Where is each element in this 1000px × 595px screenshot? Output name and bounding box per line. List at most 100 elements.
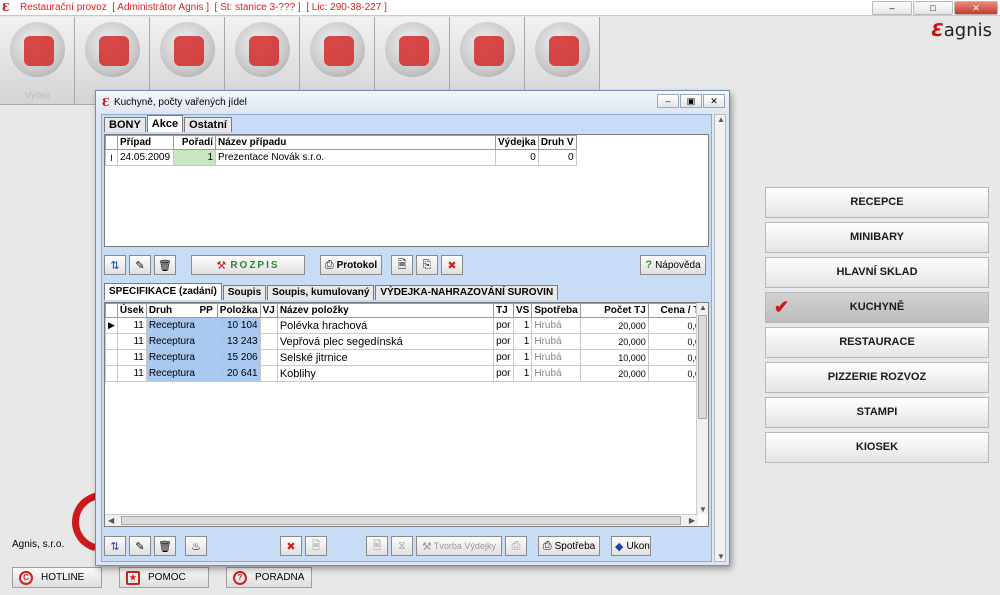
table-row[interactable]: 11Receptura20 641Koblihypor1Hrubá20,0000… xyxy=(105,365,708,382)
cell-poradi[interactable]: 1 xyxy=(173,149,216,166)
cell-tj[interactable]: por xyxy=(493,333,515,350)
col-tj[interactable]: TJ xyxy=(493,303,515,318)
tab-ostatni[interactable]: Ostatní xyxy=(184,117,232,132)
col-nazev-pripadu[interactable]: Název případu xyxy=(215,135,496,150)
col-druh-v[interactable]: Druh V xyxy=(537,135,577,150)
sort-items-icon[interactable]: ⇅ xyxy=(104,536,126,556)
cell-pripad[interactable]: 24.05.2009 xyxy=(117,149,174,166)
module-button-3[interactable]: ✔ KUCHYNĚ xyxy=(765,292,989,323)
module-button-0[interactable]: RECEPCE xyxy=(765,187,989,218)
module-button-4[interactable]: RESTAURACE xyxy=(765,327,989,358)
tab-akce[interactable]: Akce xyxy=(146,115,184,132)
cell-druh[interactable]: Receptura xyxy=(145,317,198,334)
cell-polozka[interactable]: 13 243 xyxy=(216,333,261,350)
cell-polozka[interactable]: 15 206 xyxy=(216,349,261,366)
tab-vydejka[interactable]: VÝDEJKA-NAHRAZOVÁNÍ SUROVIN xyxy=(375,285,559,300)
table-row[interactable]: ▶ 11 Receptura 10 104 Polévka hrachová por 1 Hr… xyxy=(105,317,708,334)
cell-spotreba[interactable]: Hrubá xyxy=(531,365,581,382)
delete-doc-icon[interactable]: ✖ xyxy=(441,255,463,275)
cell-usek[interactable]: 11 xyxy=(116,317,147,334)
cell-tj[interactable]: por xyxy=(493,365,515,382)
spotreba-button[interactable]: ⎙ Spotřeba xyxy=(538,536,600,556)
cell-pp[interactable] xyxy=(196,333,218,350)
ukoncit-button[interactable]: ◆ Ukon xyxy=(611,536,651,556)
rozpis-button[interactable]: ⚒ ROZPIS xyxy=(191,255,305,275)
items-grid[interactable]: Úsek Druh PP Položka VJ Název položky TJ… xyxy=(104,302,709,527)
sort-icon[interactable]: ⇅ xyxy=(104,255,126,275)
col-vj[interactable]: VJ xyxy=(259,303,278,318)
cell-nazev[interactable]: Polévka hrachová xyxy=(276,317,495,334)
col-nazev-polozky[interactable]: Název položky xyxy=(276,303,495,318)
cell-pp[interactable] xyxy=(196,365,218,382)
pot-icon[interactable]: ♨ xyxy=(185,536,207,556)
cell-vs[interactable]: 1 xyxy=(513,349,533,366)
tab-soupis[interactable]: Soupis xyxy=(222,285,267,300)
dialog-minimize-button[interactable]: – xyxy=(657,94,679,108)
cell-pp[interactable] xyxy=(196,317,218,334)
toolbar-item-0[interactable]: Výčep xyxy=(0,17,75,105)
col-pp[interactable]: PP xyxy=(197,303,218,318)
cell-usek[interactable]: 11 xyxy=(116,365,147,382)
edit-items-icon[interactable]: ✎ xyxy=(129,536,151,556)
edit-icon[interactable]: ✎ xyxy=(129,255,151,275)
cell-nazev[interactable]: Koblihy xyxy=(276,365,495,382)
cell-druh[interactable]: Receptura xyxy=(145,333,198,350)
col-vs[interactable]: VS xyxy=(513,303,533,318)
tab-soupis-kumulovany[interactable]: Soupis, kumulovaný xyxy=(267,285,375,300)
cell-pp[interactable] xyxy=(196,349,218,366)
copy-icon[interactable]: ⎘ xyxy=(416,255,438,275)
advice-button[interactable]: ? PORADNA xyxy=(226,567,312,588)
items-horizontal-scrollbar[interactable]: ◀ ▶ xyxy=(105,514,698,526)
col-druh[interactable]: Druh xyxy=(145,303,198,318)
items-vertical-scrollbar[interactable]: ▲ ▼ xyxy=(696,303,708,514)
protokol-button[interactable]: ⎙ Protokol xyxy=(320,255,382,275)
cell-vs[interactable]: 1 xyxy=(513,317,533,334)
tab-specifikace[interactable]: SPECIFIKACE (zadání) xyxy=(104,283,222,300)
cell-vydejka[interactable]: 0 xyxy=(495,149,539,166)
cell-vs[interactable]: 1 xyxy=(513,333,533,350)
col-pripad[interactable]: Případ xyxy=(117,135,174,150)
maximize-button[interactable]: □ xyxy=(913,1,953,15)
cell-druh[interactable]: Receptura xyxy=(145,365,198,382)
module-button-1[interactable]: MINIBARY xyxy=(765,222,989,253)
cell-pocet[interactable]: 20,000 xyxy=(579,365,649,382)
cell-druh[interactable]: Receptura xyxy=(145,349,198,366)
cell-tj[interactable]: por xyxy=(493,317,515,334)
cell-usek[interactable]: 11 xyxy=(116,333,147,350)
cell-vj[interactable] xyxy=(259,365,278,382)
module-button-6[interactable]: STAMPI xyxy=(765,397,989,428)
cell-pocet[interactable]: 20,000 xyxy=(579,333,649,350)
col-spotreba[interactable]: Spotřeba xyxy=(531,303,581,318)
table-row[interactable]: 11 Receptura 15 206 Selské jitrnice por 1 Hrub… xyxy=(105,349,708,366)
col-pocet-tj[interactable]: Počet TJ xyxy=(579,303,649,318)
cell-vj[interactable] xyxy=(259,333,278,350)
cell-spotreba[interactable]: Hrubá xyxy=(531,317,581,334)
hotline-button[interactable]: C HOTLINE xyxy=(12,567,102,588)
horizontal-scroll-thumb[interactable] xyxy=(121,516,681,525)
col-polozka[interactable]: Položka xyxy=(216,303,261,318)
dialog-vertical-scrollbar[interactable]: ▲ ▼ xyxy=(714,114,726,562)
cell-pocet[interactable]: 10,000 xyxy=(579,349,649,366)
cases-grid[interactable]: Případ Pořadí Název případu Výdejka Druh… xyxy=(104,134,709,247)
cell-usek[interactable]: 11 xyxy=(116,349,147,366)
cell-tj[interactable]: por xyxy=(493,349,515,366)
cell-polozka[interactable]: 10 104 xyxy=(216,317,261,334)
red-delete-icon[interactable]: ✖ xyxy=(280,536,302,556)
col-vydejka[interactable]: Výdejka xyxy=(495,135,539,150)
module-button-5[interactable]: PIZZERIE ROZVOZ xyxy=(765,362,989,393)
napoveda-button[interactable]: ? Nápověda xyxy=(640,255,706,275)
tab-bony[interactable]: BONY xyxy=(104,117,146,132)
cell-vj[interactable] xyxy=(259,317,278,334)
col-usek[interactable]: Úsek xyxy=(116,303,147,318)
dialog-restore-button[interactable]: ▣ xyxy=(680,94,702,108)
cell-nazev[interactable]: Prezentace Novák s.r.o. xyxy=(215,149,496,166)
help-button[interactable]: ★ POMOC xyxy=(119,567,209,588)
cell-pocet[interactable]: 20,000 xyxy=(579,317,649,334)
table-row[interactable]: 11 Receptura 13 243 Vepřová plec segedínská… xyxy=(105,333,708,350)
vertical-scroll-thumb[interactable] xyxy=(698,315,707,419)
cell-vs[interactable]: 1 xyxy=(513,365,533,382)
table-row[interactable]: I 24.05.2009 1 Prezentace Novák s.r.o. 0… xyxy=(105,149,577,166)
close-button[interactable]: ✕ xyxy=(954,1,998,15)
cell-vj[interactable] xyxy=(259,349,278,366)
minimize-button[interactable]: – xyxy=(872,1,912,15)
